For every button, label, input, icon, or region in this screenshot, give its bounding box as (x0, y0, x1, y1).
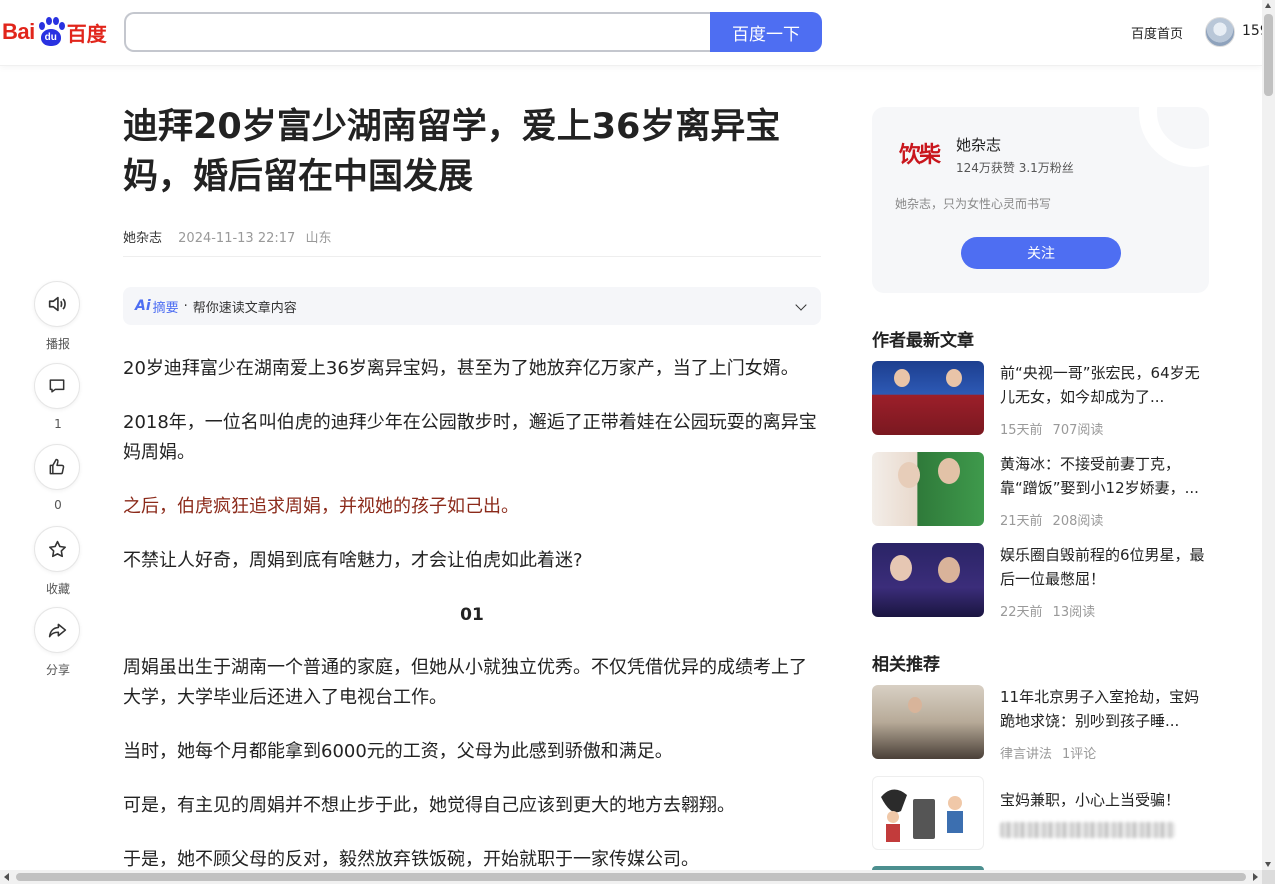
news-thumbnail[interactable] (872, 361, 984, 435)
article-paragraph: 20岁迪拜富少在湖南爱上36岁离异宝妈，甚至为了她放弃亿万家产，当了上门女婿。 (123, 358, 799, 379)
news-thumbnail[interactable] (872, 543, 984, 617)
news-reads: 13阅读 (1052, 605, 1096, 620)
author-stats: 124万获赞 3.1万粉丝 (956, 161, 1074, 175)
list-item[interactable]: 黄海冰：不接受前妻丁克，靠“蹭饭”娶到小12岁娇妻，... 21天前 208阅读 (872, 452, 1209, 529)
author-logo[interactable]: 饮 柴 (894, 131, 944, 181)
news-time: 22天前 (1000, 605, 1043, 620)
scroll-right-arrow-icon[interactable] (1253, 873, 1258, 881)
baidu-logo[interactable]: Bai du 百度 (2, 14, 107, 50)
scroll-left-arrow-icon[interactable] (4, 873, 9, 881)
logo-paw-text: du (40, 29, 61, 46)
latest-articles-heading: 作者最新文章 (872, 331, 974, 351)
list-item[interactable]: 娱乐圈自毁前程的6位男星，最后一位最憋屈！ 22天前 13阅读 (872, 543, 1209, 620)
broadcast-label: 播报 (45, 337, 70, 351)
scroll-up-arrow-icon[interactable] (1265, 3, 1271, 8)
search-input[interactable] (124, 12, 712, 52)
card-decoration (1139, 107, 1209, 167)
divider (123, 256, 821, 257)
news-reads: 707阅读 (1052, 423, 1104, 438)
author-logo-char: 柴 (919, 143, 941, 168)
author-name[interactable]: 她杂志 (956, 134, 1001, 155)
scrollbar-thumb[interactable] (1264, 14, 1273, 96)
article-paragraph: 可是，有主见的周娟并不想止步于此，她觉得自己应该到更大的地方去翱翔。 (123, 795, 735, 816)
star-icon[interactable] (34, 526, 80, 572)
horizontal-scrollbar[interactable] (0, 870, 1262, 884)
news-title[interactable]: 娱乐圈自毁前程的6位男星，最后一位最憋屈！ (1000, 543, 1208, 591)
news-meta-blurred (1000, 822, 1175, 838)
scroll-down-arrow-icon[interactable] (1265, 862, 1271, 867)
article-paragraph: 2018年，一位名叫伯虎的迪拜少年在公园散步时，邂逅了正带着娃在公园玩耍的离异宝… (123, 412, 817, 463)
chevron-down-icon[interactable] (795, 299, 807, 311)
summary-separator: · (183, 298, 188, 314)
list-item[interactable]: 宝妈兼职，小心上当受骗！ (872, 776, 1209, 852)
follow-button[interactable]: 关注 (961, 237, 1121, 269)
summary-description: 帮你速读文章内容 (192, 300, 297, 316)
article-meta: 她杂志 2024-11-13 22:17 山东 (123, 227, 331, 246)
author-bio: 她杂志，只为女性心灵而书写 (895, 197, 1052, 211)
article-author[interactable]: 她杂志 (123, 231, 162, 246)
favorite-label: 收藏 (45, 582, 70, 596)
article-paragraph: 当时，她每个月都能拿到6000元的工资，父母为此感到骄傲和满足。 (123, 741, 673, 762)
summary-label: 摘要 (152, 300, 179, 316)
news-title[interactable]: 前“央视一哥”张宏民，64岁无儿无女，如今却成为了... (1000, 361, 1208, 409)
article-paragraph: 不禁让人好奇，周娟到底有啥魅力，才会让伯虎如此着迷? (123, 550, 583, 571)
article-title: 迪拜20岁富少湖南留学，爱上36岁离异宝妈，婚后留在中国发展 (123, 107, 781, 197)
news-title[interactable]: 黄海冰：不接受前妻丁克，靠“蹭饭”娶到小12岁娇妻，... (1000, 452, 1208, 500)
baidu-home-link[interactable]: 百度首页 (1131, 23, 1183, 42)
author-card: 饮 柴 她杂志 124万获赞 3.1万粉丝 她杂志，只为女性心灵而书写 关注 (872, 107, 1209, 293)
like-count: 0 (54, 498, 62, 512)
news-meta: 律言讲法 1评论 (1000, 743, 1096, 762)
news-time: 15天前 (1000, 423, 1043, 438)
news-meta: 15天前 707阅读 (1000, 419, 1103, 438)
list-item[interactable]: 前“央视一哥”张宏民，64岁无儿无女，如今却成为了... 15天前 707阅读 (872, 361, 1209, 438)
news-meta: 22天前 13阅读 (1000, 601, 1095, 620)
news-title[interactable]: 宝妈兼职，小心上当受骗！ (1000, 788, 1208, 812)
speaker-icon[interactable] (34, 281, 80, 327)
article-paragraph: 周娟虽出生于湖南一个普通的家庭，但她从小就独立优秀。不仅凭借优异的成绩考上了大学… (123, 657, 807, 708)
article-paragraph-highlight: 之后，伯虎疯狂追求周娟，并视她的孩子如己出。 (123, 496, 519, 517)
top-header: Bai du 百度 百度一下 百度首页 159 (0, 0, 1262, 66)
news-source: 律言讲法 (1000, 747, 1053, 762)
ai-summary-bar[interactable]: Ai 摘要 · 帮你速读文章内容 (123, 287, 821, 325)
comment-count: 1 (54, 417, 62, 431)
logo-text-cn: 百度 (66, 21, 107, 46)
favorite-action[interactable]: 收藏 (34, 526, 82, 597)
news-time: 21天前 (1000, 514, 1043, 529)
comment-action[interactable]: 1 (34, 363, 82, 431)
news-thumbnail[interactable] (872, 776, 984, 850)
user-id[interactable]: 159 (1242, 23, 1262, 39)
vertical-scrollbar[interactable] (1262, 0, 1275, 870)
news-thumbnail[interactable] (872, 685, 984, 759)
share-icon[interactable] (34, 607, 80, 653)
share-action[interactable]: 分享 (34, 607, 82, 678)
scrollbar-thumb[interactable] (16, 873, 1246, 881)
news-thumbnail[interactable] (872, 452, 984, 526)
broadcast-action[interactable]: 播报 (34, 281, 82, 352)
paw-icon: du (36, 17, 66, 47)
related-heading: 相关推荐 (872, 655, 940, 675)
comment-icon[interactable] (34, 363, 80, 409)
news-reads: 208阅读 (1052, 514, 1104, 529)
thumbs-up-icon[interactable] (34, 444, 80, 490)
article-date: 2024-11-13 22:17 (178, 231, 296, 246)
share-label: 分享 (45, 663, 70, 677)
article-location: 山东 (305, 231, 332, 246)
news-comments: 1评论 (1062, 747, 1097, 762)
author-logo-char: 饮 (898, 143, 921, 168)
section-number: 01 (460, 605, 484, 625)
logo-text-latin: Bai (2, 19, 35, 44)
scrollbar-corner (1262, 870, 1275, 884)
news-meta: 21天前 208阅读 (1000, 510, 1103, 529)
search-button[interactable]: 百度一下 (710, 12, 822, 52)
user-avatar[interactable] (1205, 17, 1235, 47)
blurred-text (1000, 822, 1175, 838)
list-item[interactable]: 11年北京男子入室抢劫，宝妈跪地求饶：别吵到孩子睡... 律言讲法 1评论 (872, 685, 1209, 762)
ai-icon: Ai (135, 298, 151, 314)
news-title[interactable]: 11年北京男子入室抢劫，宝妈跪地求饶：别吵到孩子睡... (1000, 685, 1208, 733)
like-action[interactable]: 0 (34, 444, 82, 512)
